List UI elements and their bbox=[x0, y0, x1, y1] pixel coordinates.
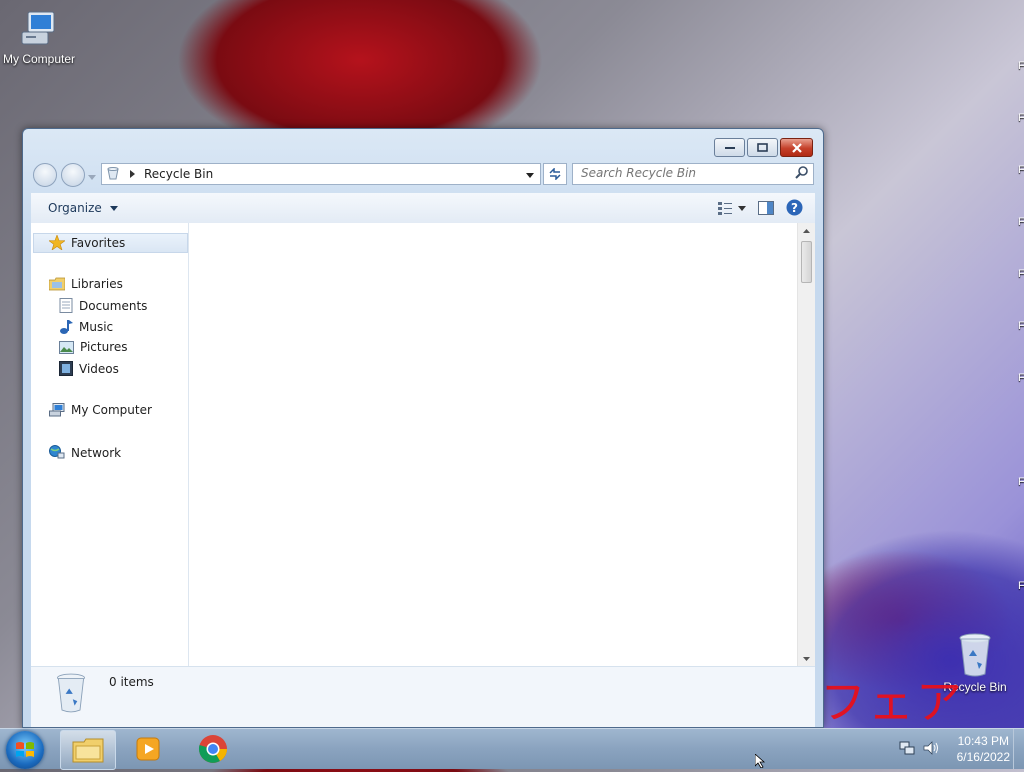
nav-my-computer[interactable]: My Computer bbox=[49, 403, 152, 417]
nav-label: Network bbox=[71, 445, 122, 460]
network-icon bbox=[49, 445, 65, 459]
search-input[interactable] bbox=[573, 164, 789, 182]
network-status-icon[interactable] bbox=[899, 741, 915, 758]
taskbar: 10:43 PM 6/16/2022 bbox=[0, 728, 1024, 770]
explorer-window[interactable]: Recycle Bin Organize bbox=[22, 128, 824, 728]
wallpaper-text: フェア bbox=[820, 675, 964, 729]
breadcrumb-location[interactable]: Recycle Bin bbox=[144, 167, 213, 181]
help-button[interactable]: ? bbox=[786, 199, 803, 219]
back-button[interactable] bbox=[33, 163, 57, 187]
organize-button[interactable]: Organize bbox=[48, 201, 118, 215]
partial-desktop-label: F bbox=[1018, 320, 1024, 332]
maximize-button[interactable] bbox=[747, 138, 778, 157]
chevron-down-icon bbox=[109, 206, 118, 211]
clock-time: 10:43 PM bbox=[957, 734, 1009, 748]
view-options-icon bbox=[718, 201, 746, 215]
computer-icon bbox=[18, 10, 60, 50]
partial-desktop-label: F bbox=[1018, 112, 1024, 124]
clock[interactable]: 10:43 PM 6/16/2022 bbox=[957, 733, 1010, 765]
chrome-icon bbox=[198, 735, 227, 763]
nav-label: Libraries bbox=[71, 277, 123, 291]
nav-label: Documents bbox=[79, 298, 148, 313]
mouse-cursor-icon bbox=[754, 753, 767, 771]
system-tray: 10:43 PM 6/16/2022 bbox=[899, 731, 1010, 767]
address-dropdown-icon[interactable] bbox=[526, 167, 534, 181]
recycle-bin-icon bbox=[53, 671, 89, 718]
nav-libraries[interactable]: Libraries bbox=[49, 277, 123, 291]
desktop-icon-my-computer[interactable]: My Computer bbox=[0, 10, 78, 66]
search-box[interactable] bbox=[572, 163, 814, 185]
organize-label: Organize bbox=[48, 201, 102, 215]
nav-label: Videos bbox=[79, 361, 119, 376]
libraries-icon bbox=[49, 277, 65, 291]
nav-network[interactable]: Network bbox=[49, 445, 121, 460]
nav-label: Music bbox=[79, 319, 114, 334]
windows-logo-icon bbox=[16, 742, 34, 757]
computer-icon bbox=[49, 403, 65, 417]
forward-button[interactable] bbox=[61, 163, 85, 187]
taskbar-media-player[interactable] bbox=[122, 730, 176, 768]
nav-pictures[interactable]: Pictures bbox=[59, 340, 128, 354]
document-icon bbox=[59, 298, 73, 313]
nav-favorites[interactable]: Favorites bbox=[49, 235, 125, 250]
media-player-icon bbox=[136, 737, 160, 761]
desktop-icon-label: My Computer bbox=[2, 52, 76, 66]
preview-pane-icon bbox=[758, 200, 774, 215]
scroll-up-icon[interactable] bbox=[798, 225, 815, 237]
nav-label: Pictures bbox=[80, 340, 128, 354]
partial-desktop-label: F bbox=[1018, 164, 1024, 176]
preview-pane-button[interactable] bbox=[758, 200, 774, 218]
file-list-area[interactable] bbox=[189, 223, 798, 667]
partial-desktop-label: F bbox=[1018, 476, 1024, 488]
partial-desktop-label: F bbox=[1018, 216, 1024, 228]
svg-text:?: ? bbox=[791, 201, 798, 215]
nav-music[interactable]: Music bbox=[59, 319, 113, 334]
close-button[interactable] bbox=[780, 138, 813, 157]
breadcrumb-arrow-icon[interactable] bbox=[130, 167, 136, 181]
partial-desktop-label: F bbox=[1018, 60, 1024, 72]
vertical-scrollbar[interactable] bbox=[797, 223, 815, 667]
command-bar: Organize ? bbox=[31, 193, 815, 224]
help-icon: ? bbox=[786, 199, 803, 216]
nav-videos[interactable]: Videos bbox=[59, 361, 119, 376]
scroll-down-icon[interactable] bbox=[798, 653, 815, 665]
minimize-button[interactable] bbox=[714, 138, 745, 157]
scrollbar-thumb[interactable] bbox=[801, 241, 812, 283]
start-button[interactable] bbox=[6, 731, 44, 769]
navigation-bar: Recycle Bin bbox=[31, 161, 815, 187]
clock-date: 6/16/2022 bbox=[956, 750, 1010, 764]
show-desktop-button[interactable] bbox=[1013, 729, 1024, 769]
nav-documents[interactable]: Documents bbox=[59, 298, 147, 313]
caption-buttons bbox=[712, 138, 813, 157]
music-note-icon bbox=[60, 320, 73, 334]
nav-label: Favorites bbox=[71, 235, 126, 250]
content-area: Favorites Libraries Documents Music Pict… bbox=[31, 223, 815, 667]
refresh-button[interactable] bbox=[543, 163, 567, 185]
recycle-bin-small-icon bbox=[106, 166, 120, 183]
navigation-pane: Favorites Libraries Documents Music Pict… bbox=[31, 223, 189, 667]
taskbar-explorer[interactable] bbox=[60, 730, 116, 770]
address-bar[interactable]: Recycle Bin bbox=[101, 163, 541, 185]
search-icon[interactable] bbox=[795, 166, 809, 183]
details-pane: 0 items bbox=[31, 666, 815, 727]
recent-pages-chevron-icon[interactable] bbox=[88, 170, 96, 184]
taskbar-chrome[interactable] bbox=[186, 730, 240, 768]
toolbar-right-group: ? bbox=[718, 199, 803, 219]
partial-desktop-label: F bbox=[1018, 372, 1024, 384]
star-icon bbox=[49, 235, 65, 250]
item-count: 0 items bbox=[109, 675, 154, 689]
partial-desktop-label: F bbox=[1018, 268, 1024, 280]
folder-icon bbox=[72, 738, 104, 763]
film-icon bbox=[59, 361, 73, 376]
nav-label: My Computer bbox=[71, 403, 152, 417]
volume-icon[interactable] bbox=[923, 740, 939, 758]
change-view-button[interactable] bbox=[718, 201, 746, 218]
partial-desktop-label: F bbox=[1018, 580, 1024, 592]
picture-icon bbox=[59, 340, 74, 354]
